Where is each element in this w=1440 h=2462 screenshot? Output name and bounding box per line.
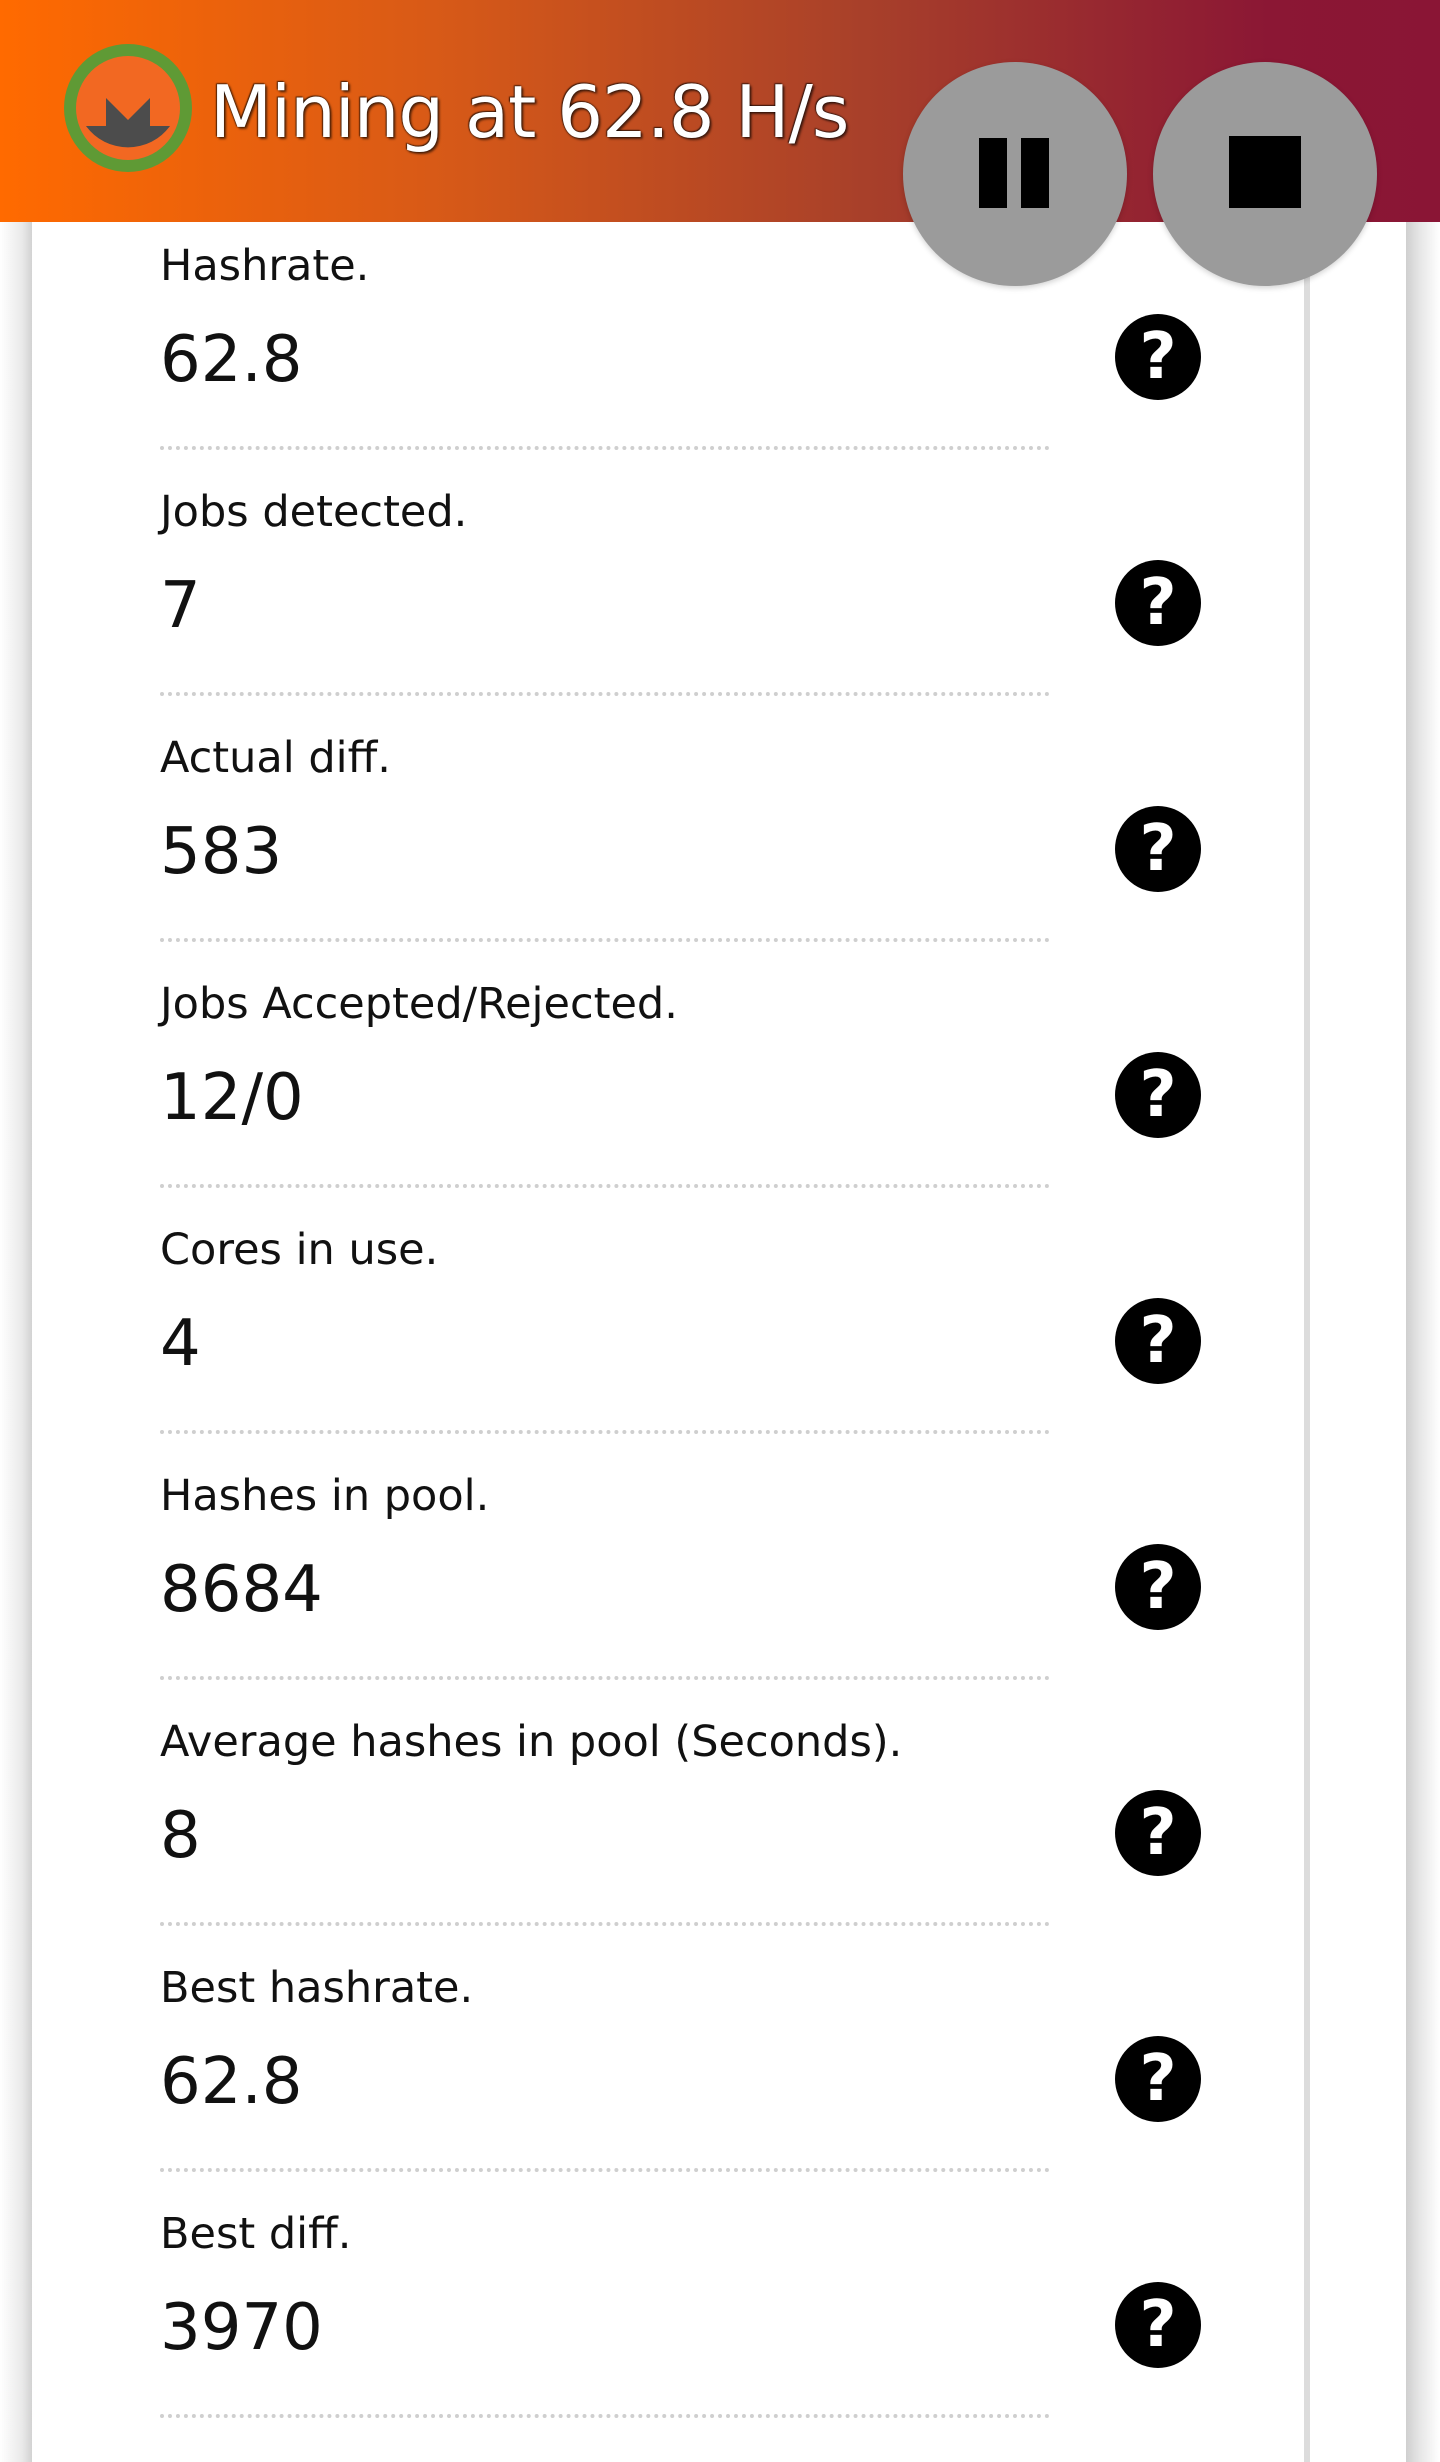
stat-cores-in-use: Cores in use. 4 ? (160, 1206, 1260, 1452)
stat-value: 3970 (160, 2291, 323, 2365)
stat-average-hashes-in-pool: Average hashes in pool (Seconds). 8 ? (160, 1698, 1260, 1944)
help-icon[interactable]: ? (1115, 314, 1201, 400)
help-icon[interactable]: ? (1115, 1790, 1201, 1876)
stat-label: Hashrate. (160, 241, 370, 291)
stat-actual-diff: Actual diff. 583 ? (160, 714, 1260, 960)
stat-label: Jobs detected. (160, 487, 468, 537)
stat-label: Hashes in pool. (160, 1471, 490, 1521)
stat-value: 7 (160, 569, 201, 643)
stat-label: Cores in use. (160, 1225, 439, 1275)
dotted-divider (160, 1676, 1050, 1680)
page-title: Mining at 62.8 H/s (210, 70, 849, 154)
help-icon[interactable]: ? (1115, 1298, 1201, 1384)
pause-icon (1021, 138, 1049, 208)
pause-button[interactable] (903, 62, 1127, 286)
stat-label: Jobs Accepted/Rejected. (160, 979, 678, 1029)
stat-hashes-in-pool: Hashes in pool. 8684 ? (160, 1452, 1260, 1698)
dotted-divider (160, 2168, 1050, 2172)
left-gutter (0, 0, 32, 2462)
dotted-divider (160, 446, 1050, 450)
help-icon[interactable]: ? (1115, 1544, 1201, 1630)
dotted-divider (160, 692, 1050, 696)
monero-logo-icon (64, 44, 192, 172)
stat-label: Best diff. (160, 2209, 352, 2259)
stat-label: Best hashrate. (160, 1963, 474, 2013)
card-divider (1304, 222, 1310, 2462)
dotted-divider (160, 1430, 1050, 1434)
help-icon[interactable]: ? (1115, 2282, 1201, 2368)
stat-jobs-accepted-rejected: Jobs Accepted/Rejected. 12/0 ? (160, 960, 1260, 1206)
help-icon[interactable]: ? (1115, 806, 1201, 892)
dotted-divider (160, 1922, 1050, 1926)
dotted-divider (160, 938, 1050, 942)
help-icon[interactable]: ? (1115, 560, 1201, 646)
stat-value: 8 (160, 1799, 201, 1873)
stop-button[interactable] (1153, 62, 1377, 286)
stat-value: 12/0 (160, 1061, 304, 1135)
stat-value: 62.8 (160, 2045, 303, 2119)
dotted-divider (160, 2414, 1050, 2418)
stat-jobs-detected: Jobs detected. 7 ? (160, 468, 1260, 714)
help-icon[interactable]: ? (1115, 1052, 1201, 1138)
stat-value: 62.8 (160, 323, 303, 397)
pause-icon (979, 138, 1007, 208)
stat-best-diff: Best diff. 3970 ? (160, 2190, 1260, 2436)
stat-value: 4 (160, 1307, 201, 1381)
stat-label: Actual diff. (160, 733, 391, 783)
stat-best-hashrate: Best hashrate. 62.8 ? (160, 1944, 1260, 2190)
help-icon[interactable]: ? (1115, 2036, 1201, 2122)
app-screen: Hashrate. 62.8 ? Jobs detected. 7 ? Actu… (0, 0, 1440, 2462)
right-gutter (1406, 0, 1440, 2462)
stat-hashrate: Hashrate. 62.8 ? (160, 222, 1260, 468)
stop-icon (1229, 136, 1301, 208)
stat-value: 8684 (160, 1553, 323, 1627)
stat-label: Average hashes in pool (Seconds). (160, 1717, 903, 1767)
dotted-divider (160, 1184, 1050, 1188)
stat-value: 583 (160, 815, 283, 889)
